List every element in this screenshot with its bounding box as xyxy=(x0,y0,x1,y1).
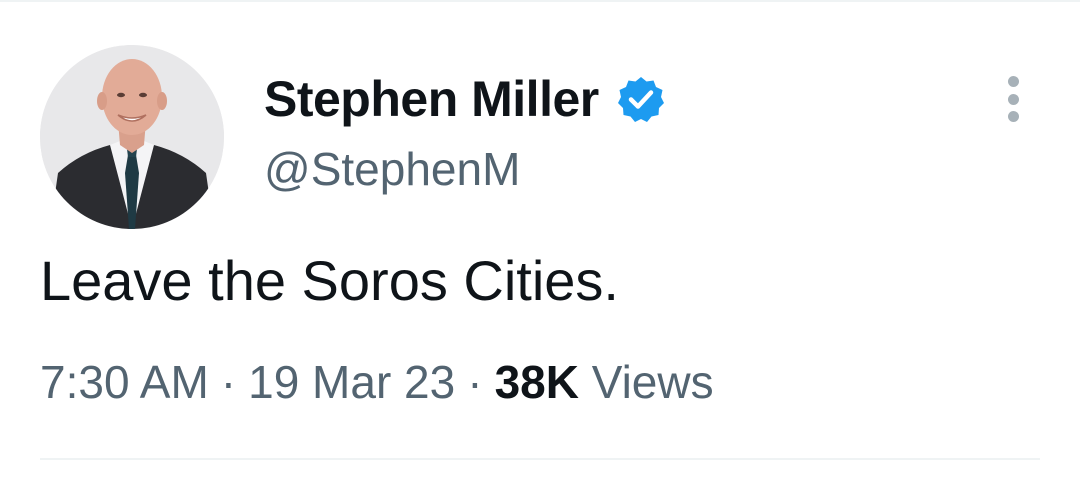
more-options-icon xyxy=(1007,76,1019,87)
views-count[interactable]: 38K xyxy=(495,356,579,408)
display-name[interactable]: Stephen Miller xyxy=(264,70,599,128)
more-options-icon-dot xyxy=(1007,93,1019,105)
bottom-divider xyxy=(40,458,1040,460)
author-block: Stephen Miller @StephenM xyxy=(264,68,665,196)
tweet-text: Leave the Soros Cities. xyxy=(40,249,619,312)
tweet-meta: 7:30 AM · 19 Mar 23 · 38K Views xyxy=(40,355,714,409)
verified-badge-icon[interactable] xyxy=(617,75,665,123)
tweet-time[interactable]: 7:30 AM xyxy=(40,356,209,408)
meta-separator: · xyxy=(467,356,483,408)
views-label: Views xyxy=(591,356,714,408)
meta-separator: · xyxy=(220,356,237,408)
more-options-icon-dot xyxy=(1007,111,1019,122)
user-handle[interactable]: @StephenM xyxy=(264,142,665,196)
top-divider xyxy=(0,0,1080,2)
avatar-image xyxy=(40,45,224,229)
more-options-button[interactable] xyxy=(998,76,1028,122)
name-row: Stephen Miller xyxy=(264,68,665,130)
tweet-date[interactable]: 19 Mar 23 xyxy=(248,356,455,408)
avatar[interactable] xyxy=(40,45,224,229)
